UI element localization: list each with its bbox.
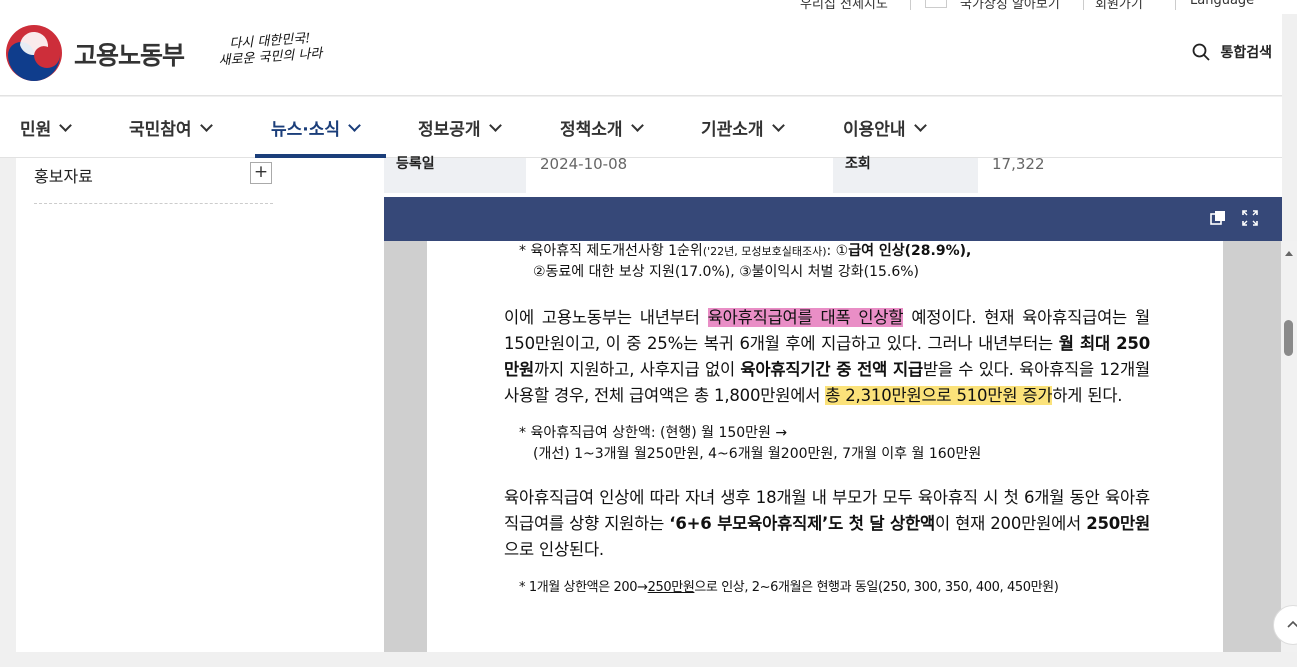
expand-button[interactable]: +	[250, 162, 272, 184]
scrollbar-thumb[interactable]	[1284, 320, 1293, 356]
nav-label: 민원	[20, 120, 52, 140]
utility-link-map[interactable]: 우리집 전세지도	[800, 0, 888, 12]
nav-item-disclosure[interactable]: 정보공개	[418, 115, 502, 140]
main-navigation: 민원 국민참여 뉴스·소식 정보공개 정책소개 기관소개 이용안내	[0, 97, 1282, 158]
article-info-row: 등록일 2024-10-08 조회 17,322	[384, 155, 1282, 193]
divider	[910, 0, 911, 10]
views-value: 17,322	[992, 155, 1045, 173]
korea-flag-icon	[925, 0, 947, 8]
chevron-down-icon	[630, 118, 644, 132]
footnote-emphasis: 급여 인상(28.9%),	[848, 243, 972, 259]
nav-label: 기관소개	[701, 120, 764, 140]
divider	[1175, 0, 1176, 10]
document-page: * 육아휴직 제도개선사항 1순위('22년, 모성보호실태조사): ①급여 인…	[427, 241, 1223, 652]
date-value: 2024-10-08	[540, 155, 628, 173]
nav-label: 이용안내	[843, 120, 906, 140]
nav-label: 뉴스·소식	[271, 120, 341, 140]
copy-icon[interactable]	[1210, 210, 1226, 226]
footnote-text: (개선) 1~3개월 월250만원, 4~6개월 월200만원, 7개월 이후 …	[533, 446, 982, 462]
footnote-3: * 1개월 상한액은 200→250만원으로 인상, 2~6개월은 현행과 동일…	[504, 577, 1150, 598]
highlight-yellow: 총 2,310만원으로 510만원 증가	[825, 386, 1053, 405]
search-label: 통합검색	[1220, 45, 1272, 61]
footnote-text: : ①	[826, 243, 849, 259]
paragraph-emphasis: 250만원	[1086, 514, 1151, 533]
footnote-text: * 육아휴직급여 상한액: (현행) 월 150만원 →	[519, 425, 788, 441]
footnote-text: * 육아휴직 제도개선사항 1순위	[519, 243, 703, 259]
government-emblem-icon[interactable]	[6, 25, 62, 81]
document-text: * 육아휴직 제도개선사항 1순위('22년, 모성보호실태조사): ①급여 인…	[504, 241, 1150, 598]
nav-item-participation[interactable]: 국민참여	[129, 115, 213, 140]
paragraph-text: 이 현재 200만원에서	[934, 514, 1087, 533]
arrow-up-icon	[1287, 620, 1297, 628]
footnote-underline: 250만원	[647, 580, 695, 595]
paragraph-1: 이에 고용노동부는 내년부터 육아휴직급여를 대폭 인상할 예정이다. 현재 육…	[504, 305, 1150, 409]
paragraph-text: 이에 고용노동부는 내년부터	[504, 308, 708, 327]
scroll-up-arrow-icon[interactable]	[1285, 251, 1293, 256]
slogan: 다시 대한민국! 새로운 국민의 나라	[217, 30, 323, 69]
chevron-down-icon	[771, 118, 785, 132]
sidebar-item-press[interactable]: 홍보자료	[34, 163, 93, 187]
nav-item-about[interactable]: 기관소개	[701, 115, 785, 140]
footnote-text: ②동료에 대한 보상 지원(17.0%), ③불이익시 처벌 강화(15.6%)	[533, 264, 920, 280]
search-icon	[1193, 43, 1211, 61]
chevron-down-icon	[488, 118, 502, 132]
nav-label: 정보공개	[418, 120, 481, 140]
utility-bar: 우리집 전세지도 국가상징 알아보기 회원가기 Language	[0, 0, 1297, 14]
paragraph-text: 하게 된다.	[1052, 386, 1123, 405]
footnote-source: ('22년, 모성보호실태조사)	[702, 245, 827, 258]
date-label: 등록일	[384, 157, 526, 193]
ministry-logo-text[interactable]: 고용노동부	[74, 36, 185, 72]
footnote-text: * 1개월 상한액은 200→	[519, 580, 648, 595]
nav-label: 국민참여	[129, 120, 192, 140]
divider	[1083, 0, 1084, 10]
chevron-down-icon	[348, 118, 361, 132]
utility-link-member[interactable]: 회원가기	[1095, 0, 1143, 12]
fullscreen-icon[interactable]	[1242, 210, 1258, 226]
language-select[interactable]: Language	[1190, 0, 1254, 8]
views-label: 조회	[833, 157, 978, 193]
chevron-down-icon	[59, 118, 73, 132]
divider	[34, 203, 273, 204]
document-scrollbar[interactable]	[1281, 241, 1297, 652]
site-header: 고용노동부 다시 대한민국! 새로운 국민의 나라 통합검색	[0, 14, 1282, 96]
search-button[interactable]: 통합검색	[1192, 42, 1272, 62]
chevron-down-icon	[199, 118, 213, 132]
nav-item-guide[interactable]: 이용안내	[843, 115, 927, 140]
footnote-1: * 육아휴직 제도개선사항 1순위('22년, 모성보호실태조사): ①급여 인…	[504, 241, 1150, 283]
utility-link-symbol[interactable]: 국가상징 알아보기	[960, 0, 1060, 12]
paragraph-emphasis: ‘6+6 부모육아휴직제’도 첫 달 상한액	[669, 514, 935, 533]
document-viewer-toolbar	[384, 197, 1282, 241]
chevron-down-icon	[913, 118, 927, 132]
bottom-edge	[0, 652, 1297, 667]
nav-label: 정책소개	[560, 120, 623, 140]
footnote-text: 으로 인상, 2~6개월은 현행과 동일(250, 300, 350, 400,…	[694, 580, 1059, 595]
nav-item-news[interactable]: 뉴스·소식	[271, 115, 361, 140]
paragraph-emphasis: 육아휴직기간 중 전액 지급	[740, 360, 923, 379]
left-sidebar: 홍보자료 +	[16, 158, 300, 652]
paragraph-text: 으로 인상된다.	[504, 540, 604, 559]
article-content: 등록일 2024-10-08 조회 17,322 * 육아휴직 제도개선사항 1…	[300, 155, 1297, 652]
footnote-2: * 육아휴직급여 상한액: (현행) 월 150만원 → (개선) 1~3개월 …	[504, 423, 1150, 465]
nav-item-policy[interactable]: 정책소개	[560, 115, 644, 140]
paragraph-text: 까지 지원하고, 사후지급 없이	[533, 360, 741, 379]
highlight-pink: 육아휴직급여를 대폭 인상할	[707, 308, 904, 327]
document-viewer[interactable]: * 육아휴직 제도개선사항 1순위('22년, 모성보호실태조사): ①급여 인…	[384, 241, 1297, 652]
nav-item-civil[interactable]: 민원	[20, 115, 73, 140]
paragraph-2: 육아휴직급여 인상에 따라 자녀 생후 18개월 내 부모가 모두 육아휴직 시…	[504, 485, 1150, 563]
